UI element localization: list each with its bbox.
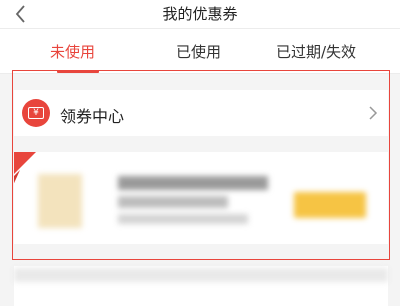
tab-unused[interactable]: 未使用 — [50, 41, 95, 62]
next-coupon-card[interactable] — [14, 266, 388, 306]
tab-used[interactable]: 已使用 — [176, 41, 221, 62]
tab-bar: 未使用 已使用 已过期/失效 — [0, 29, 400, 74]
tab-expired[interactable]: 已过期/失效 — [276, 41, 356, 62]
highlight-frame — [12, 70, 390, 260]
top-bar: 我的优惠券 — [0, 0, 400, 29]
page-title: 我的优惠券 — [162, 5, 238, 23]
